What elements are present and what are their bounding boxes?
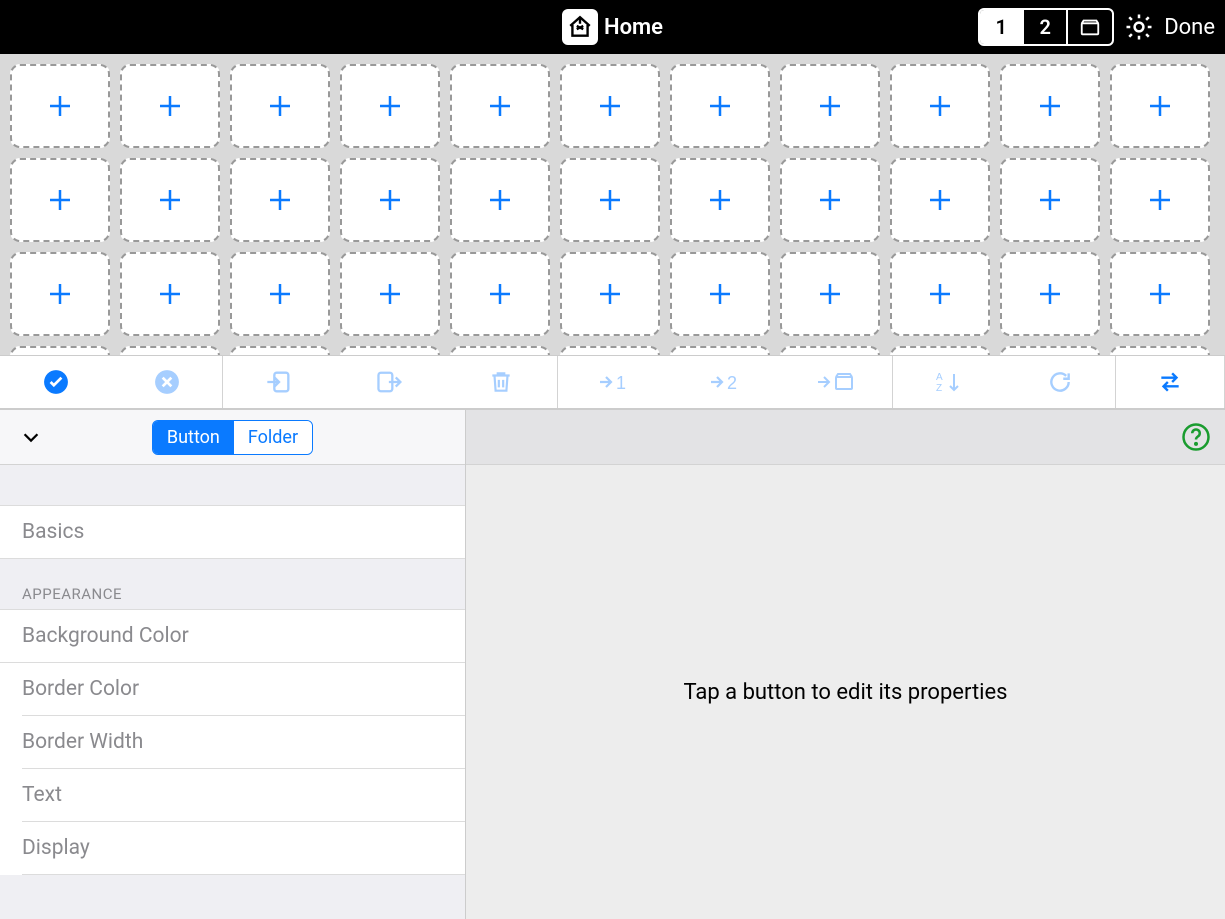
empty-slot[interactable] xyxy=(890,346,990,355)
help-button[interactable] xyxy=(1181,422,1211,452)
sidebar: ButtonFolder Basics APPEARANCE Backgroun… xyxy=(0,410,466,919)
toolbar-row: 12AZ xyxy=(0,355,1225,409)
svg-text:1: 1 xyxy=(616,373,626,393)
top-header: Home 1 2 Done xyxy=(0,0,1225,54)
empty-slot[interactable] xyxy=(1110,346,1210,355)
empty-slot[interactable] xyxy=(120,158,220,242)
empty-slot[interactable] xyxy=(1110,64,1210,148)
sidebar-section-appearance: APPEARANCE xyxy=(0,559,465,609)
empty-slot[interactable] xyxy=(780,252,880,336)
sidebar-item-border-width[interactable]: Border Width xyxy=(22,716,465,769)
toolbar-group: AZ xyxy=(893,356,1116,408)
home-area: Home xyxy=(562,9,663,45)
empty-slot[interactable] xyxy=(450,64,550,148)
empty-slot[interactable] xyxy=(1000,64,1100,148)
import-button[interactable] xyxy=(223,356,334,408)
collapse-button[interactable] xyxy=(20,426,42,448)
header-right: 1 2 Done xyxy=(978,0,1215,54)
move-to-1-button[interactable]: 1 xyxy=(558,356,669,408)
empty-slot[interactable] xyxy=(670,64,770,148)
svg-text:A: A xyxy=(936,372,943,383)
sort-button[interactable]: AZ xyxy=(893,356,1004,408)
empty-slot[interactable] xyxy=(670,158,770,242)
lower-area: ButtonFolder Basics APPEARANCE Backgroun… xyxy=(0,409,1225,919)
empty-slot[interactable] xyxy=(560,252,660,336)
sidebar-item-basics[interactable]: Basics xyxy=(0,505,465,559)
empty-slot[interactable] xyxy=(340,158,440,242)
empty-slot[interactable] xyxy=(890,252,990,336)
empty-slot[interactable] xyxy=(230,158,330,242)
slot-grid xyxy=(0,54,1225,355)
empty-slot[interactable] xyxy=(780,346,880,355)
empty-slot[interactable] xyxy=(230,252,330,336)
empty-slot[interactable] xyxy=(1110,158,1210,242)
empty-slot[interactable] xyxy=(1110,252,1210,336)
toolbar-group xyxy=(223,356,558,408)
deselect-all-button[interactable] xyxy=(111,356,222,408)
detail-header xyxy=(466,410,1225,465)
sidebar-item-background-color[interactable]: Background Color xyxy=(0,610,465,663)
empty-slot[interactable] xyxy=(780,158,880,242)
empty-slot[interactable] xyxy=(120,64,220,148)
page-1-button[interactable]: 1 xyxy=(980,10,1024,44)
empty-slot[interactable] xyxy=(10,64,110,148)
empty-slot[interactable] xyxy=(120,252,220,336)
empty-slot[interactable] xyxy=(120,346,220,355)
swap-button[interactable] xyxy=(1116,356,1224,408)
toolbar-group xyxy=(0,356,223,408)
empty-slot[interactable] xyxy=(10,252,110,336)
svg-text:2: 2 xyxy=(727,373,737,393)
segment-folder[interactable]: Folder xyxy=(234,421,312,454)
page-2-button[interactable]: 2 xyxy=(1024,10,1068,44)
delete-button[interactable] xyxy=(446,356,557,408)
sidebar-top: ButtonFolder xyxy=(0,410,465,465)
done-button[interactable]: Done xyxy=(1164,15,1215,40)
svg-text:Z: Z xyxy=(936,383,942,394)
page-switch: 1 2 xyxy=(978,8,1114,46)
move-to-2-button[interactable]: 2 xyxy=(669,356,780,408)
empty-slot[interactable] xyxy=(1000,346,1100,355)
empty-slot[interactable] xyxy=(10,346,110,355)
home-icon[interactable] xyxy=(562,9,598,45)
empty-slot[interactable] xyxy=(560,64,660,148)
empty-slot[interactable] xyxy=(230,64,330,148)
segment-button[interactable]: Button xyxy=(153,421,234,454)
empty-slot[interactable] xyxy=(230,346,330,355)
empty-slot[interactable] xyxy=(450,346,550,355)
empty-slot[interactable] xyxy=(560,346,660,355)
select-all-button[interactable] xyxy=(0,356,111,408)
sidebar-item-text[interactable]: Text xyxy=(22,769,465,822)
toolbar-group xyxy=(1116,356,1225,408)
export-button[interactable] xyxy=(334,356,445,408)
empty-slot[interactable] xyxy=(780,64,880,148)
empty-slot[interactable] xyxy=(340,346,440,355)
empty-slot[interactable] xyxy=(890,64,990,148)
settings-button[interactable] xyxy=(1124,12,1154,42)
page-title: Home xyxy=(604,15,663,40)
sidebar-item-display[interactable]: Display xyxy=(22,822,465,875)
empty-slot[interactable] xyxy=(1000,158,1100,242)
page-folder-button[interactable] xyxy=(1068,10,1112,44)
toolbar-group: 12 xyxy=(558,356,893,408)
empty-slot[interactable] xyxy=(1000,252,1100,336)
sidebar-item-border-color[interactable]: Border Color xyxy=(22,663,465,716)
empty-slot[interactable] xyxy=(340,252,440,336)
empty-slot[interactable] xyxy=(670,346,770,355)
empty-slot[interactable] xyxy=(450,158,550,242)
detail-placeholder: Tap a button to edit its properties xyxy=(683,680,1007,705)
segment-control: ButtonFolder xyxy=(152,420,313,455)
refresh-button[interactable] xyxy=(1004,356,1115,408)
empty-slot[interactable] xyxy=(450,252,550,336)
empty-slot[interactable] xyxy=(560,158,660,242)
empty-slot[interactable] xyxy=(10,158,110,242)
empty-slot[interactable] xyxy=(890,158,990,242)
detail-pane: Tap a button to edit its properties xyxy=(466,410,1225,919)
empty-slot[interactable] xyxy=(670,252,770,336)
empty-slot[interactable] xyxy=(340,64,440,148)
move-to-folder-button[interactable] xyxy=(781,356,892,408)
